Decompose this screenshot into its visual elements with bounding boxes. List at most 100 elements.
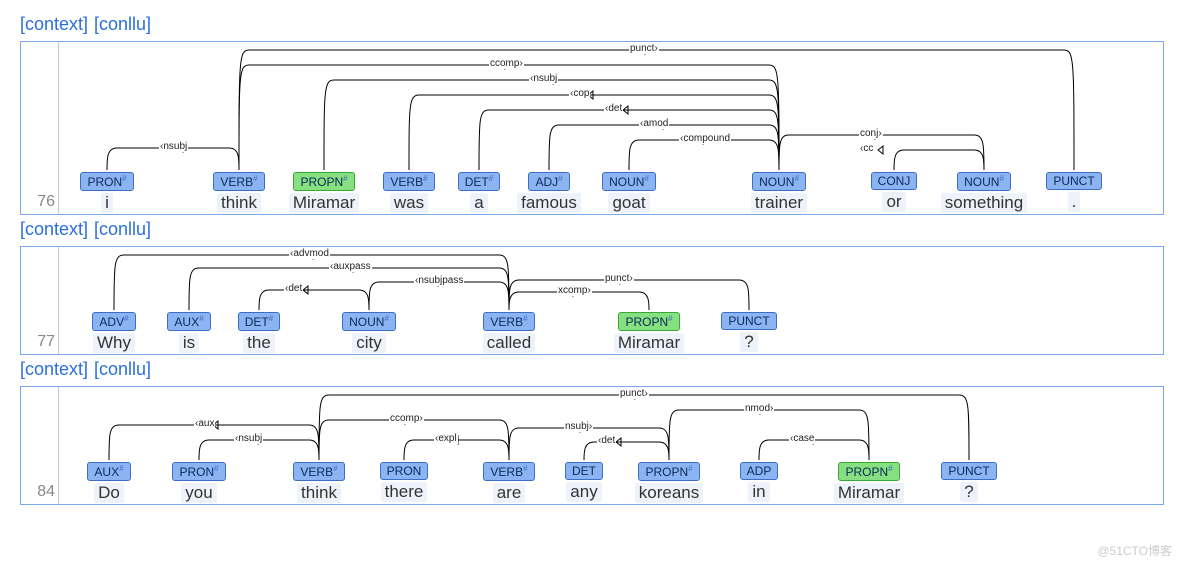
sentence-panel: 77‹advmod‹auxpass‹det‹nsubjpasspunct›xco…	[20, 246, 1164, 355]
token-word: something	[941, 193, 1027, 213]
dep-label-aux: ‹aux	[194, 418, 215, 429]
sentence-content: ‹advmod‹auxpass‹det‹nsubjpasspunct›xcomp…	[59, 247, 1163, 354]
token-cell: ADJ#famous	[519, 172, 579, 213]
conllu-link[interactable]: [conllu]	[94, 14, 151, 34]
pos-tag-pron: PRON#	[172, 462, 225, 481]
token-word: ?	[960, 482, 977, 502]
dep-label-nsubjpass: ‹nsubjpass	[414, 275, 464, 286]
token-row: PRON#iVERB#thinkPROPN#MiramarVERB#wasDET…	[59, 172, 1163, 214]
token-cell: PRONthere	[374, 462, 434, 502]
row-number: 84	[21, 387, 59, 504]
token-cell: PRON# you	[169, 462, 229, 503]
token-word: you	[181, 483, 216, 503]
token-cell: PROPN#koreans	[639, 462, 699, 503]
pos-tag-aux: AUX#	[167, 312, 210, 331]
dep-label-nsubj: ‹nsubj	[159, 141, 188, 152]
dep-label-expl: ‹expl	[434, 433, 458, 444]
pos-tag-noun: NOUN#	[602, 172, 656, 191]
token-cell: ADV#Why	[84, 312, 144, 353]
token-cell: PUNCT?	[719, 312, 779, 352]
pos-tag-det: DET	[565, 462, 603, 480]
pos-tag-verb: VERB#	[383, 172, 434, 191]
token-cell: VERB#are	[479, 462, 539, 503]
pos-tag-punct: PUNCT	[721, 312, 776, 330]
pos-tag-pron: PRON#	[80, 172, 133, 191]
pos-tag-propn: PROPN#	[638, 462, 699, 481]
token-word: or	[882, 192, 905, 212]
links-row: [context] [conllu]	[20, 359, 1164, 380]
pos-tag-punct: PUNCT	[941, 462, 996, 480]
pos-tag-conj: CONJ	[871, 172, 918, 190]
token-cell: NOUN#trainer	[749, 172, 809, 213]
sentence-panel: 84‹aux‹nsubjpunct›ccomp›‹explnsubj›‹detn…	[20, 386, 1164, 505]
pos-tag-noun: NOUN#	[342, 312, 396, 331]
token-word: in	[748, 482, 769, 502]
token-word: Miramar	[834, 483, 904, 503]
token-word: city	[352, 333, 386, 353]
token-word: koreans	[635, 483, 703, 503]
token-row: ADV#Why AUX#isDET#the NOUN# city VERB#called…	[59, 312, 1163, 354]
dep-label-punct: punct›	[619, 388, 649, 399]
dep-label-nsubj: nsubj›	[564, 421, 593, 432]
dep-label-cc: ‹cc	[859, 143, 874, 154]
token-word: ?	[740, 332, 757, 352]
watermark: @51CTO博客	[1097, 542, 1172, 559]
dep-label-conj: conj›	[859, 128, 883, 139]
pos-tag-det: DET#	[238, 312, 280, 331]
token-cell: NOUN# city	[339, 312, 399, 353]
token-word: famous	[517, 193, 581, 213]
token-cell: CONJ or	[864, 172, 924, 212]
dep-label-punct: punct›	[604, 273, 634, 284]
dep-label-amod: ‹amod	[639, 118, 669, 129]
sentence-content: ‹aux‹nsubjpunct›ccomp›‹explnsubj›‹detnmo…	[59, 387, 1163, 504]
pos-tag-verb: VERB#	[483, 462, 534, 481]
token-word: .	[1068, 192, 1081, 212]
pos-tag-noun: NOUN#	[957, 172, 1011, 191]
token-cell: PRON# i	[77, 172, 137, 213]
pos-tag-adp: ADP	[740, 462, 779, 480]
token-word: any	[566, 482, 601, 502]
token-cell: PUNCT?	[939, 462, 999, 502]
token-cell: DET#a	[449, 172, 509, 213]
dep-label-xcomp: xcomp›	[557, 285, 592, 296]
context-link[interactable]: [context]	[20, 219, 88, 239]
token-cell: VERB#think	[289, 462, 349, 503]
conllu-link[interactable]: [conllu]	[94, 219, 151, 239]
pos-tag-noun: NOUN#	[752, 172, 806, 191]
dependency-arcs	[59, 387, 1159, 466]
dep-label-case: ‹case	[789, 433, 815, 444]
token-cell: AUX#is	[159, 312, 219, 353]
sentence-panel: 76‹nsubjpunct›ccomp›‹nsubj‹cop‹det‹amod‹…	[20, 41, 1164, 215]
row-number: 77	[21, 247, 59, 354]
token-word: Miramar	[614, 333, 684, 353]
pos-tag-propn: PROPN#	[618, 312, 679, 331]
dep-label-nsubj: ‹nsubj	[529, 73, 558, 84]
conllu-link[interactable]: [conllu]	[94, 359, 151, 379]
pos-tag-punct: PUNCT	[1046, 172, 1101, 190]
token-word: goat	[608, 193, 649, 213]
dep-label-det: ‹det	[604, 103, 623, 114]
dep-label-compound: ‹compound	[679, 133, 731, 144]
token-word: i	[101, 193, 113, 213]
pos-tag-pron: PRON	[380, 462, 429, 480]
token-word: called	[483, 333, 535, 353]
context-link[interactable]: [context]	[20, 359, 88, 379]
context-link[interactable]: [context]	[20, 14, 88, 34]
token-cell: PROPN#Miramar	[619, 312, 679, 353]
arc-area: ‹nsubjpunct›ccomp›‹nsubj‹cop‹det‹amod‹co…	[59, 42, 1163, 172]
token-word: Miramar	[289, 193, 359, 213]
arc-area: ‹advmod‹auxpass‹det‹nsubjpasspunct›xcomp…	[59, 247, 1163, 312]
token-word: a	[470, 193, 487, 213]
token-word: think	[297, 483, 341, 503]
token-cell: VERB#think	[209, 172, 269, 213]
pos-tag-propn: PROPN#	[838, 462, 899, 481]
dep-label-ccomp: ccomp›	[489, 58, 524, 69]
token-cell: VERB#called	[479, 312, 539, 353]
arc-area: ‹aux‹nsubjpunct›ccomp›‹explnsubj›‹detnmo…	[59, 387, 1163, 462]
token-cell: DET#the	[229, 312, 289, 353]
token-word: Do	[94, 483, 124, 503]
dep-label-ccomp: ccomp›	[389, 413, 424, 424]
token-row: AUX#DoPRON#youVERB#thinkPRONthereVERB#ar…	[59, 462, 1163, 504]
token-cell: AUX#Do	[79, 462, 139, 503]
dep-label-punct: punct›	[629, 43, 659, 54]
